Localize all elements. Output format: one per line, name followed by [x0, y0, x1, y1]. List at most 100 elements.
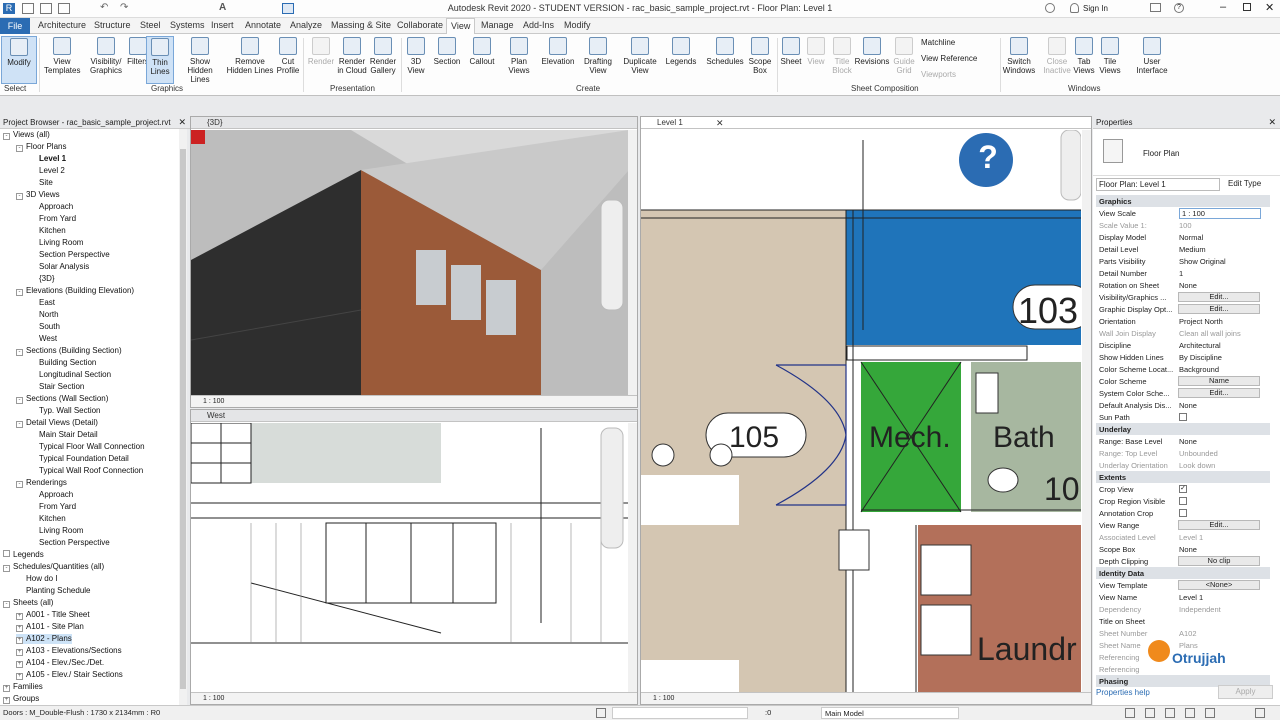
tree-item[interactable]: Section Perspective — [29, 250, 110, 259]
collapse-icon[interactable]: - — [16, 421, 23, 428]
drag-elements-icon[interactable] — [1205, 708, 1215, 718]
tree-item[interactable]: Kitchen — [29, 226, 66, 235]
tree-item[interactable]: West — [29, 334, 57, 343]
property-checkbox[interactable] — [1179, 497, 1187, 505]
view-level-1-tab[interactable]: Level 1 — [657, 118, 683, 127]
tree-item[interactable]: North — [29, 310, 59, 319]
select-links-icon[interactable] — [1125, 708, 1135, 718]
tree-item[interactable]: Site — [29, 178, 53, 187]
tab-collaborate[interactable]: Collaborate — [397, 20, 443, 30]
tab-modify[interactable]: Modify — [564, 20, 591, 30]
edit-type-button[interactable]: Edit Type — [1228, 179, 1261, 188]
tree-item[interactable]: -3D Views — [16, 190, 60, 200]
property-checkbox[interactable]: ✓ — [1179, 485, 1187, 493]
tree-item[interactable]: South — [29, 322, 60, 331]
user-interface-button[interactable]: User Interface — [1132, 36, 1172, 84]
legends-button[interactable]: Legends — [663, 36, 699, 84]
select-pinned-icon[interactable] — [1165, 708, 1175, 718]
select-underlay-icon[interactable] — [1145, 708, 1155, 718]
tree-item[interactable]: + A103 - Elevations/Sections — [16, 646, 122, 656]
tree-item[interactable]: From Yard — [29, 502, 76, 511]
expand-icon[interactable]: + — [16, 673, 23, 680]
remove-hidden-lines-button[interactable]: Remove Hidden Lines — [226, 36, 274, 84]
tree-item[interactable]: + Families — [3, 682, 43, 692]
maximize-button[interactable] — [1243, 3, 1251, 11]
visibility-graphics-button[interactable]: Visibility/ Graphics — [88, 36, 124, 84]
tree-item[interactable]: How do I — [16, 574, 58, 583]
tree-item[interactable]: - Views (all) — [3, 130, 50, 140]
select-by-face-icon[interactable] — [1185, 708, 1195, 718]
property-group[interactable]: Underlay — [1096, 423, 1270, 435]
viewports-button[interactable]: Viewports — [921, 70, 956, 79]
property-value[interactable]: None — [1179, 437, 1261, 446]
scrollbar[interactable] — [628, 130, 637, 396]
collapse-icon[interactable]: - — [16, 193, 23, 200]
property-value[interactable]: 1 : 100 — [1179, 208, 1261, 219]
collapse-icon[interactable]: - — [16, 145, 23, 152]
instance-filter-dropdown[interactable]: Floor Plan: Level 1 — [1096, 178, 1220, 191]
property-value[interactable]: Background — [1179, 365, 1261, 374]
tree-item[interactable]: - Sheets (all) — [3, 598, 53, 608]
design-option-dropdown[interactable]: Main Model — [821, 707, 959, 719]
collapse-icon[interactable] — [3, 550, 10, 557]
property-checkbox[interactable] — [1179, 509, 1187, 517]
duplicate-view-button[interactable]: Duplicate View — [620, 36, 660, 84]
view-3d[interactable]: {3D} 1 : 100 — [190, 116, 638, 408]
tree-item[interactable]: Building Section — [29, 358, 96, 367]
tree-item[interactable]: - Elevations (Building Elevation) — [16, 286, 134, 296]
drafting-view-button[interactable]: Drafting View — [580, 36, 616, 84]
tree-item[interactable]: Typical Wall Roof Connection — [29, 466, 143, 475]
collapse-icon[interactable]: - — [3, 133, 10, 140]
scrollbar[interactable] — [179, 129, 187, 705]
room-name-bath[interactable]: Bath — [993, 421, 1055, 455]
collapse-icon[interactable]: - — [16, 481, 23, 488]
property-edit-button[interactable]: No clip — [1178, 556, 1260, 566]
property-value[interactable]: 1 — [1179, 269, 1261, 278]
thin-lines-button[interactable]: Thin Lines — [146, 36, 174, 84]
tree-item[interactable]: + A105 - Elev./ Stair Sections — [16, 670, 123, 680]
tab-massing-site[interactable]: Massing & Site — [331, 20, 391, 30]
tree-item[interactable]: + Groups — [3, 694, 39, 704]
tree-item[interactable]: From Yard — [29, 214, 76, 223]
sign-in-link[interactable]: Sign In — [1083, 4, 1108, 13]
tab-annotate[interactable]: Annotate — [245, 20, 281, 30]
property-edit-button[interactable]: <None> — [1178, 580, 1260, 590]
tree-item[interactable]: + A104 - Elev./Sec./Det. — [16, 658, 104, 668]
expand-icon[interactable]: + — [16, 625, 23, 632]
property-edit-button[interactable]: Edit... — [1178, 304, 1260, 314]
tab-manage[interactable]: Manage — [481, 20, 514, 30]
tree-item[interactable]: Legends — [3, 550, 44, 559]
tree-item[interactable]: {3D} — [29, 274, 55, 283]
scrollbar-thumb[interactable] — [180, 149, 186, 689]
close-icon[interactable]: ✕ — [178, 117, 186, 128]
tab-steel[interactable]: Steel — [140, 20, 161, 30]
property-checkbox[interactable] — [1179, 413, 1187, 421]
minimize-button[interactable]: – — [1220, 1, 1226, 13]
collapse-icon[interactable]: - — [3, 601, 10, 608]
tree-item[interactable]: Longitudinal Section — [29, 370, 111, 379]
tree-item[interactable]: Typical Floor Wall Connection — [29, 442, 145, 451]
help-icon[interactable]: ? — [1174, 3, 1184, 13]
expand-icon[interactable]: + — [16, 649, 23, 656]
plan-views-button[interactable]: Plan Views — [501, 36, 537, 84]
schedules-button[interactable]: Schedules — [705, 36, 745, 84]
properties-help-link[interactable]: Properties help — [1096, 688, 1150, 697]
tree-item[interactable]: + A102 - Plans — [16, 634, 72, 644]
room-tag-10[interactable]: 10 — [1044, 471, 1080, 508]
tab-insert[interactable]: Insert — [211, 20, 234, 30]
room-name-laundry[interactable]: Laundr — [977, 631, 1077, 668]
tree-item[interactable]: - Sections (Wall Section) — [16, 394, 108, 404]
view-templates-button[interactable]: View Templates — [44, 36, 80, 84]
worksharing-icon[interactable] — [596, 708, 606, 718]
tree-item[interactable]: + A001 - Title Sheet — [16, 610, 90, 620]
tree-item[interactable]: Typ. Wall Section — [29, 406, 101, 415]
room-name-mech[interactable]: Mech. — [869, 421, 951, 455]
property-value[interactable]: Architectural — [1179, 341, 1261, 350]
tree-item[interactable]: Solar Analysis — [29, 262, 89, 271]
tree-item[interactable]: - Sections (Building Section) — [16, 346, 122, 356]
tree-item[interactable]: Main Stair Detail — [29, 430, 98, 439]
tab-view[interactable]: View — [446, 18, 476, 35]
close-icon[interactable]: ✕ — [1268, 117, 1276, 128]
help-icon[interactable]: ? — [973, 139, 1003, 176]
tree-item[interactable]: Living Room — [29, 526, 83, 535]
